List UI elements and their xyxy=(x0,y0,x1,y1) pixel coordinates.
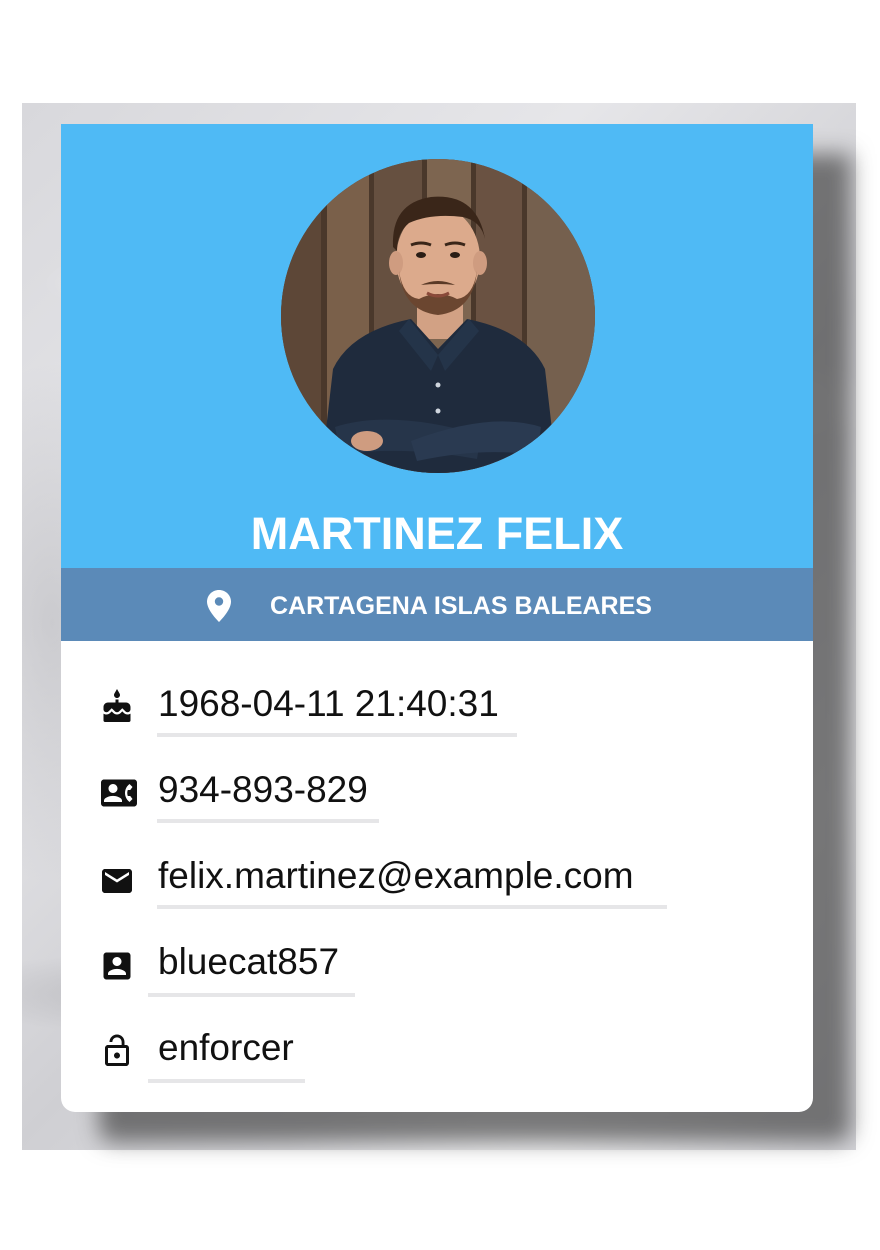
password-row: enforcer xyxy=(61,1019,813,1083)
phone-underline xyxy=(157,819,379,823)
mail-icon xyxy=(99,863,139,903)
username-value: bluecat857 xyxy=(158,941,340,982)
lock-open-icon xyxy=(99,1033,139,1073)
username-underline xyxy=(148,993,355,997)
email-value: felix.martinez@example.com xyxy=(158,855,634,896)
location-bar: CARTAGENA ISLAS BALEARES xyxy=(61,568,813,641)
phone-value: 934-893-829 xyxy=(158,769,368,810)
username-row: bluecat857 xyxy=(61,933,813,997)
avatar xyxy=(281,159,595,473)
password-underline xyxy=(148,1079,305,1083)
account-box-icon xyxy=(99,948,139,988)
password-value: enforcer xyxy=(158,1027,294,1068)
email-row: felix.martinez@example.com xyxy=(61,847,813,909)
contact-phone-icon xyxy=(99,775,139,815)
cake-icon xyxy=(99,689,139,729)
email-underline xyxy=(157,905,667,909)
location-text: CARTAGENA ISLAS BALEARES xyxy=(270,592,652,620)
birthdate-row: 1968-04-11 21:40:31 xyxy=(61,675,813,737)
location-pin-icon xyxy=(207,590,231,627)
phone-row: 934-893-829 xyxy=(61,761,813,823)
birthdate-underline xyxy=(157,733,517,737)
profile-card: MARTINEZ FELIX CARTAGENA ISLAS BALEARES … xyxy=(61,124,813,1112)
birthdate-value: 1968-04-11 21:40:31 xyxy=(158,683,499,724)
card-header: MARTINEZ FELIX xyxy=(61,124,813,568)
profile-name: MARTINEZ FELIX xyxy=(250,508,624,559)
